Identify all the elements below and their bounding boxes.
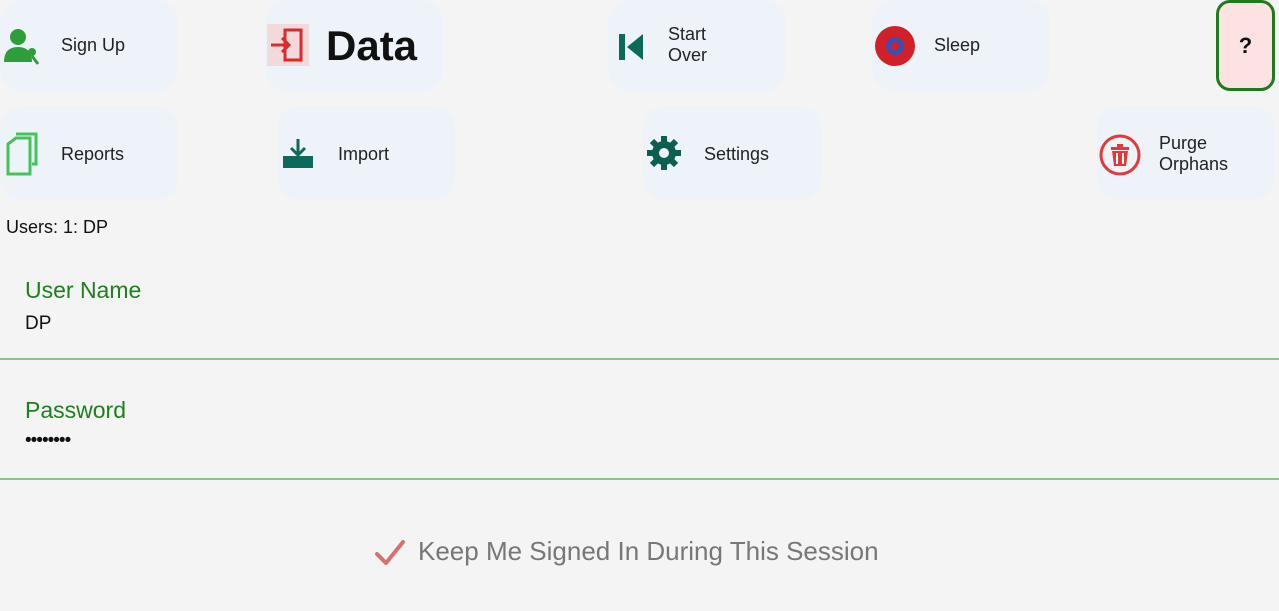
sleep-button[interactable]: Sleep bbox=[872, 0, 1050, 91]
download-tray-icon bbox=[281, 136, 315, 170]
settings-label: Settings bbox=[704, 144, 770, 164]
start-over-button[interactable]: Start Over bbox=[608, 0, 786, 91]
sleep-icon bbox=[874, 25, 916, 67]
username-label: User Name bbox=[25, 277, 142, 303]
help-label: ? bbox=[1238, 32, 1253, 58]
checkmark-icon bbox=[374, 538, 406, 566]
start-over-label-line1: Start bbox=[668, 24, 707, 44]
keep-signed-in-checkbox[interactable]: Keep Me Signed In During This Session bbox=[374, 536, 879, 567]
username-underline bbox=[0, 358, 1279, 360]
password-input[interactable]: •••••••• bbox=[25, 430, 71, 452]
import-label: Import bbox=[338, 144, 390, 164]
sign-up-button[interactable]: Sign Up bbox=[0, 0, 178, 91]
sleep-label: Sleep bbox=[934, 35, 981, 55]
gear-icon bbox=[646, 135, 682, 171]
purge-orphans-label-line2: Orphans bbox=[1159, 154, 1229, 174]
purge-orphans-button[interactable]: Purge Orphans bbox=[1097, 106, 1275, 200]
reports-label: Reports bbox=[61, 144, 125, 164]
password-label: Password bbox=[25, 397, 126, 423]
password-underline bbox=[0, 478, 1279, 480]
purge-orphans-label-line1: Purge bbox=[1159, 133, 1208, 153]
start-over-label-line2: Over bbox=[668, 45, 708, 65]
data-label: Data bbox=[326, 22, 418, 69]
exit-door-icon bbox=[267, 24, 309, 66]
reports-button[interactable]: Reports bbox=[0, 106, 178, 200]
user-add-icon bbox=[2, 26, 42, 66]
username-input[interactable]: DP bbox=[25, 313, 51, 335]
username-field[interactable]: User Name DP bbox=[0, 252, 1279, 362]
keep-signed-in-label: Keep Me Signed In During This Session bbox=[418, 536, 879, 566]
data-button[interactable]: Data bbox=[265, 0, 443, 91]
password-field[interactable]: Password •••••••• bbox=[0, 372, 1279, 482]
users-status: Users: 1: DP bbox=[6, 217, 109, 237]
help-button[interactable]: ? bbox=[1216, 0, 1275, 91]
copy-pages-icon bbox=[4, 132, 40, 176]
trash-icon bbox=[1099, 134, 1141, 176]
sign-up-label: Sign Up bbox=[61, 35, 126, 55]
import-button[interactable]: Import bbox=[277, 106, 455, 200]
settings-button[interactable]: Settings bbox=[643, 106, 821, 200]
skip-back-icon bbox=[614, 30, 648, 64]
